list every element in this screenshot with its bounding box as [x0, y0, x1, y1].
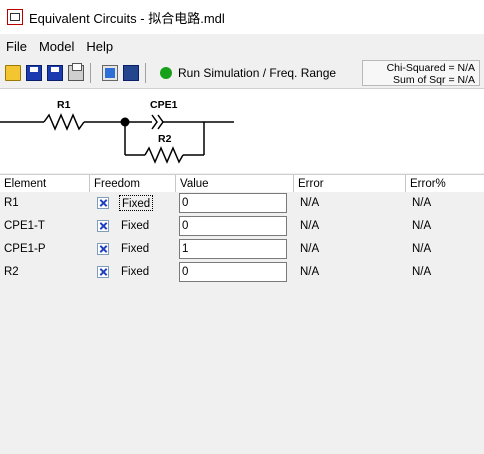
table-row: CPE1-T Fixed 0 N/A N/A	[0, 215, 484, 237]
error-value: N/A	[300, 243, 320, 255]
fit-save-icon[interactable]	[123, 65, 139, 81]
header-error[interactable]: Error	[294, 175, 406, 193]
toolbar-separator	[90, 63, 91, 83]
fixed-checkbox[interactable]	[97, 266, 109, 278]
header-value[interactable]: Value	[176, 175, 294, 193]
open-folder-icon[interactable]	[5, 65, 21, 81]
menu-bar: File Model Help	[0, 34, 484, 58]
freedom-label[interactable]: Fixed	[119, 264, 151, 280]
fit-statistics: Chi-Squared = N/A Sum of Sqr = N/A	[362, 60, 480, 86]
chi-squared-text: Chi-Squared = N/A	[386, 62, 475, 74]
error-pct-value: N/A	[412, 197, 432, 209]
menu-file[interactable]: File	[0, 39, 33, 54]
freedom-label[interactable]: Fixed	[119, 195, 154, 211]
element-name: CPE1-P	[4, 243, 46, 255]
error-value: N/A	[300, 266, 320, 278]
circuit-diagram: R1 CPE1 R2	[0, 89, 484, 173]
resistor-r1	[43, 113, 85, 131]
save-as-icon[interactable]	[47, 65, 63, 81]
value-input[interactable]: 0	[179, 193, 287, 213]
table-header: Element Freedom Value Error Error%	[0, 174, 484, 194]
window-title: Equivalent Circuits - 拟合电路.mdl	[29, 10, 225, 26]
run-simulation-button[interactable]: Run Simulation / Freq. Range	[178, 66, 336, 80]
header-freedom[interactable]: Freedom	[90, 175, 176, 193]
cpe1-symbol-b	[157, 114, 164, 130]
table-row: CPE1-P Fixed 1 N/A N/A	[0, 238, 484, 260]
toolbar-separator	[145, 63, 146, 83]
element-name: R2	[4, 266, 19, 278]
header-error-pct[interactable]: Error%	[406, 175, 484, 193]
print-icon[interactable]	[68, 63, 84, 81]
parameter-table: R1 Fixed 0 N/A N/A CPE1-T Fixed 0 N/A N/…	[0, 192, 484, 454]
error-pct-value: N/A	[412, 243, 432, 255]
table-row: R1 Fixed 0 N/A N/A	[0, 192, 484, 214]
title-bar: Equivalent Circuits - 拟合电路.mdl	[0, 0, 484, 34]
error-value: N/A	[300, 220, 320, 232]
value-input[interactable]: 0	[179, 262, 287, 282]
save-icon[interactable]	[26, 65, 42, 81]
menu-model[interactable]: Model	[33, 39, 80, 54]
run-indicator-icon[interactable]	[160, 67, 172, 79]
error-pct-value: N/A	[412, 220, 432, 232]
header-element[interactable]: Element	[0, 175, 90, 193]
circuit-tool-icon[interactable]	[102, 65, 118, 81]
fixed-checkbox[interactable]	[97, 220, 109, 232]
fixed-checkbox[interactable]	[97, 197, 109, 209]
freedom-label[interactable]: Fixed	[119, 241, 151, 257]
element-name: R1	[4, 197, 19, 209]
circuit-schematic	[0, 113, 234, 164]
fixed-checkbox[interactable]	[97, 243, 109, 255]
freedom-label[interactable]: Fixed	[119, 218, 151, 234]
menu-help[interactable]: Help	[80, 39, 119, 54]
value-input[interactable]: 1	[179, 239, 287, 259]
error-pct-value: N/A	[412, 266, 432, 278]
cpe1-symbol-a	[151, 114, 158, 130]
sum-of-squares-text: Sum of Sqr = N/A	[393, 74, 475, 86]
label-r2: R2	[158, 133, 172, 145]
app-icon	[7, 9, 23, 25]
error-value: N/A	[300, 197, 320, 209]
label-r1: R1	[57, 99, 71, 111]
resistor-r2	[144, 146, 184, 164]
value-input[interactable]: 0	[179, 216, 287, 236]
element-name: CPE1-T	[4, 220, 45, 232]
table-row: R2 Fixed 0 N/A N/A	[0, 261, 484, 283]
label-cpe1: CPE1	[150, 99, 178, 111]
